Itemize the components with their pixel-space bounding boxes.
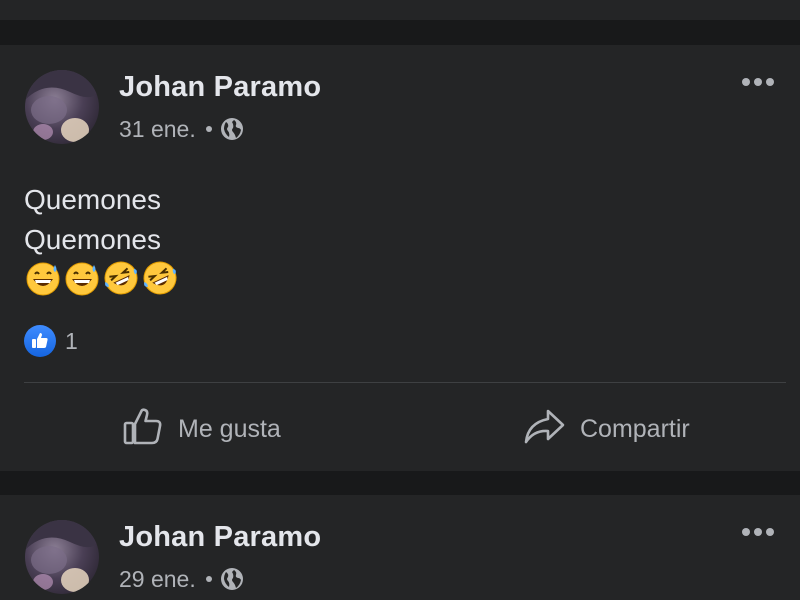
separator-dot — [205, 576, 212, 582]
author-name[interactable]: Johan Paramo — [119, 71, 321, 104]
post-meta: 29 ene. — [119, 565, 244, 593]
news-feed: Johan Paramo 31 ene. Quemones Quemones 1… — [0, 0, 800, 600]
emoji-row — [24, 259, 179, 297]
post-text: Quemones Quemones — [24, 180, 161, 260]
post-meta: 31 ene. — [119, 115, 244, 143]
divider — [24, 382, 786, 383]
globe-icon — [220, 567, 244, 591]
author-name[interactable]: Johan Paramo — [119, 521, 321, 554]
reaction-count: 1 — [65, 327, 78, 354]
rolling-on-floor-laughing-icon — [143, 261, 177, 295]
avatar[interactable] — [25, 520, 99, 594]
grinning-sweat-face-icon — [26, 262, 60, 296]
share-button[interactable]: Compartir — [522, 404, 690, 454]
rolling-on-floor-laughing-icon — [104, 261, 138, 295]
share-arrow-icon — [522, 406, 566, 453]
more-dot — [742, 528, 750, 536]
avatar[interactable] — [25, 70, 99, 144]
grinning-sweat-face-icon — [65, 262, 99, 296]
more-dot — [742, 78, 750, 86]
reaction-summary[interactable]: 1 — [24, 325, 78, 357]
post-text-line: Quemones — [24, 184, 161, 215]
post-date[interactable]: 29 ene. — [119, 566, 196, 593]
like-label: Me gusta — [178, 414, 281, 443]
post-card: Johan Paramo 29 ene. — [0, 495, 800, 600]
like-button[interactable]: Me gusta — [122, 404, 281, 454]
previous-post-card — [0, 0, 800, 20]
post-card: Johan Paramo 31 ene. Quemones Quemones 1… — [0, 45, 800, 471]
more-dot — [754, 78, 762, 86]
more-dot — [766, 528, 774, 536]
post-text-line: Quemones — [24, 224, 161, 255]
like-reaction-icon — [24, 325, 56, 357]
more-options-button[interactable] — [742, 78, 774, 86]
globe-icon — [220, 117, 244, 141]
thumbs-up-icon — [122, 405, 164, 454]
share-label: Compartir — [580, 414, 690, 443]
post-date[interactable]: 31 ene. — [119, 116, 196, 143]
more-dot — [766, 78, 774, 86]
more-options-button[interactable] — [742, 528, 774, 536]
more-dot — [754, 528, 762, 536]
separator-dot — [205, 126, 212, 132]
